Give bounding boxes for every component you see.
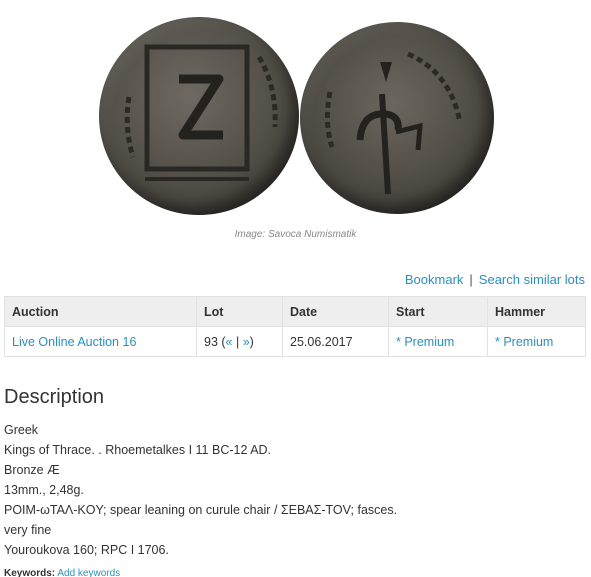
column-header-date: Date	[282, 296, 389, 327]
keywords-row: Keywords: Add keywords	[4, 568, 120, 577]
lot-number: 93 (	[204, 334, 226, 349]
next-lot-link[interactable]: »	[243, 335, 250, 349]
description-heading: Description	[4, 386, 105, 408]
description-line: POIM-ωTAΛ-KOY; spear leaning on curule c…	[4, 503, 398, 517]
auction-link[interactable]: Live Online Auction 16	[12, 335, 136, 349]
hammer-cell: * Premium	[487, 326, 586, 357]
description-line: Youroukova 160; RPC I 1706.	[4, 543, 169, 557]
lot-actions: Bookmark | Search similar lots	[405, 272, 585, 287]
description-line: very fine	[4, 523, 52, 537]
bookmark-link[interactable]: Bookmark	[405, 272, 464, 287]
lot-nav-separator: |	[232, 334, 243, 349]
column-header-start: Start	[388, 296, 488, 327]
column-header-lot: Lot	[196, 296, 283, 327]
description-line: Greek	[4, 423, 39, 437]
keywords-label: Keywords:	[4, 568, 56, 577]
coin-obverse-graphic	[124, 44, 278, 181]
lot-image[interactable]	[0, 0, 591, 225]
lot-cell: 93 (« | »)	[196, 326, 283, 357]
start-cell: * Premium	[388, 326, 488, 357]
add-keywords-link[interactable]: Add keywords	[57, 568, 120, 577]
table-header-row: Auction Lot Date Start Hammer	[4, 296, 586, 327]
lot-info-table: Auction Lot Date Start Hammer Live Onlin…	[4, 296, 586, 357]
image-caption: Image: Savoca Numismatik	[234, 229, 357, 240]
description-text: Greek Kings of Thrace. . Rhoemetalkes I …	[4, 420, 397, 560]
column-header-hammer: Hammer	[487, 296, 586, 327]
coin-reverse-image	[300, 22, 494, 214]
search-similar-lots-link[interactable]: Search similar lots	[479, 272, 585, 287]
previous-lot-link[interactable]: «	[226, 335, 233, 349]
description-line: Kings of Thrace. . Rhoemetalkes I 11 BC-…	[4, 443, 272, 457]
date-cell: 25.06.2017	[282, 326, 389, 357]
column-header-auction: Auction	[4, 296, 197, 327]
table-row: Live Online Auction 16 93 (« | ») 25.06.…	[4, 326, 586, 357]
coin-reverse-graphic	[324, 51, 463, 195]
lot-nav-close: )	[249, 334, 254, 349]
coin-obverse-image	[99, 17, 299, 215]
auction-cell: Live Online Auction 16	[4, 326, 197, 357]
start-premium-link[interactable]: * Premium	[396, 335, 454, 349]
description-line: Bronze Æ	[4, 463, 60, 477]
hammer-premium-link[interactable]: * Premium	[495, 335, 553, 349]
description-line: 13mm., 2,48g.	[4, 483, 84, 497]
link-separator: |	[469, 272, 473, 287]
